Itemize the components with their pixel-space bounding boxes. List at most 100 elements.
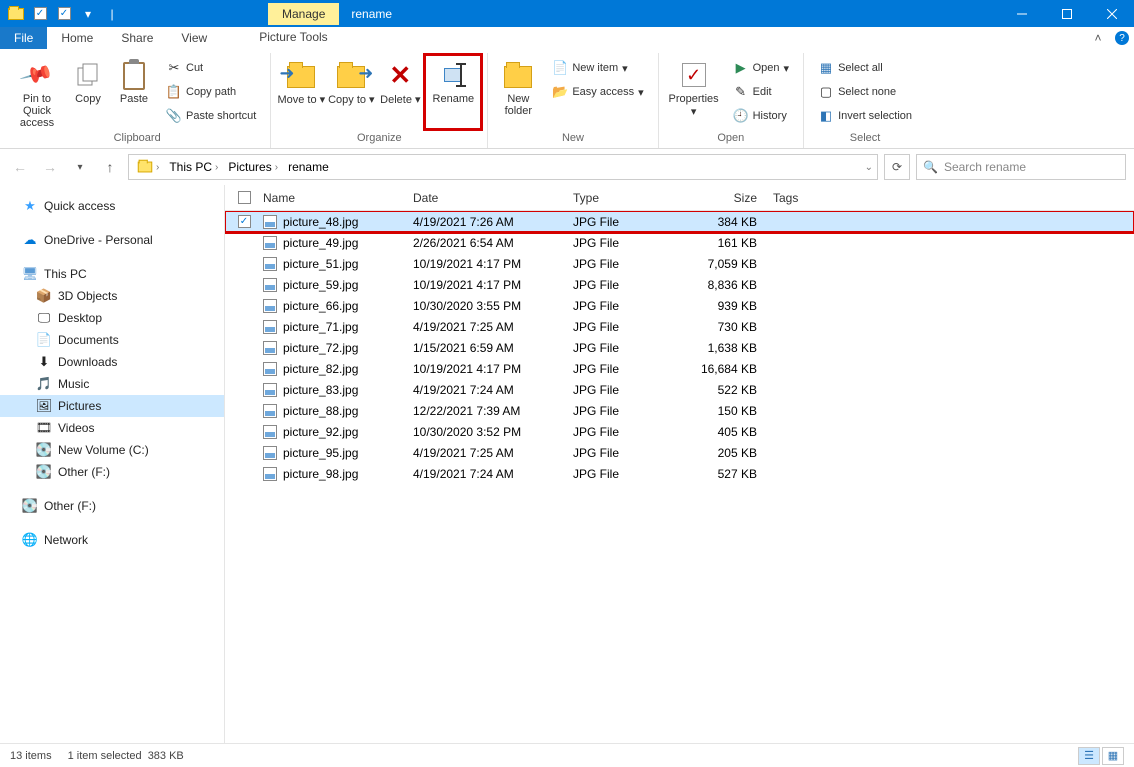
select-none-button[interactable]: ▢Select none <box>814 81 916 103</box>
file-row[interactable]: picture_59.jpg10/19/2021 4:17 PMJPG File… <box>225 274 1134 295</box>
rename-button[interactable]: Rename <box>425 55 481 129</box>
edit-button[interactable]: ✎Edit <box>729 81 793 103</box>
minimize-button[interactable] <box>999 0 1044 27</box>
recent-locations-button[interactable]: ▾ <box>68 155 92 179</box>
close-button[interactable] <box>1089 0 1134 27</box>
paste-shortcut-button[interactable]: 📎Paste shortcut <box>162 105 260 127</box>
file-name: picture_92.jpg <box>283 425 358 439</box>
file-type: JPG File <box>565 404 680 418</box>
paste-button[interactable]: Paste <box>112 55 156 129</box>
details-view-button[interactable]: ☰ <box>1078 747 1100 765</box>
file-date: 1/15/2021 6:59 AM <box>405 341 565 355</box>
file-row[interactable]: picture_72.jpg1/15/2021 6:59 AMJPG File1… <box>225 337 1134 358</box>
breadcrumb-folder-icon[interactable]: › <box>133 161 163 173</box>
back-button[interactable]: ← <box>8 155 32 179</box>
header-type[interactable]: Type <box>565 191 680 205</box>
nav-this-pc[interactable]: 🖥This PC <box>0 263 224 285</box>
tab-picture-tools[interactable]: Picture Tools <box>249 27 337 49</box>
nav-item-desktop[interactable]: 🖵Desktop <box>0 307 224 329</box>
address-dropdown-icon[interactable]: ⌄ <box>865 162 873 173</box>
breadcrumb-pictures[interactable]: Pictures› <box>224 160 282 174</box>
invert-selection-button[interactable]: ◧Invert selection <box>814 105 916 127</box>
contextual-tab-manage[interactable]: Manage <box>268 3 339 25</box>
file-list[interactable]: ✓picture_48.jpg4/19/2021 7:26 AMJPG File… <box>225 211 1134 743</box>
nav-item-documents[interactable]: 📄Documents <box>0 329 224 351</box>
file-type: JPG File <box>565 446 680 460</box>
tab-view[interactable]: View <box>167 27 221 49</box>
cloud-icon: ☁ <box>22 232 38 248</box>
nav-onedrive[interactable]: ☁OneDrive - Personal <box>0 229 224 251</box>
qa-check-1-icon[interactable]: ✓ <box>30 4 50 24</box>
header-name[interactable]: Name <box>255 191 405 205</box>
header-size[interactable]: Size <box>680 191 765 205</box>
nav-quick-access[interactable]: ★Quick access <box>0 195 224 217</box>
up-button[interactable]: ↑ <box>98 155 122 179</box>
file-row[interactable]: picture_88.jpg12/22/2021 7:39 AMJPG File… <box>225 400 1134 421</box>
file-type: JPG File <box>565 236 680 250</box>
breadcrumb-rename[interactable]: rename <box>284 160 333 174</box>
move-to-button[interactable]: ➜ Move to ▾ <box>277 55 325 129</box>
copy-path-button[interactable]: 📋Copy path <box>162 81 260 103</box>
collapse-ribbon-icon[interactable]: ˄ <box>1086 27 1110 49</box>
file-row[interactable]: picture_83.jpg4/19/2021 7:24 AMJPG File5… <box>225 379 1134 400</box>
nav-item-other-f-[interactable]: 💽Other (F:) <box>0 461 224 483</box>
tab-share[interactable]: Share <box>107 27 167 49</box>
nav-network[interactable]: 🌐Network <box>0 529 224 551</box>
nav-item-videos[interactable]: 🎞Videos <box>0 417 224 439</box>
qa-dropdown-icon[interactable]: ▾ <box>78 4 98 24</box>
file-date: 4/19/2021 7:24 AM <box>405 467 565 481</box>
properties-button[interactable]: ✓ Properties ▾ <box>665 55 723 129</box>
file-row[interactable]: picture_98.jpg4/19/2021 7:24 AMJPG File5… <box>225 463 1134 484</box>
file-row[interactable]: picture_66.jpg10/30/2020 3:55 PMJPG File… <box>225 295 1134 316</box>
forward-button[interactable]: → <box>38 155 62 179</box>
file-row[interactable]: picture_71.jpg4/19/2021 7:25 AMJPG File7… <box>225 316 1134 337</box>
file-row[interactable]: picture_95.jpg4/19/2021 7:25 AMJPG File2… <box>225 442 1134 463</box>
icons-view-button[interactable]: ▦ <box>1102 747 1124 765</box>
search-box[interactable]: 🔍 <box>916 154 1126 180</box>
file-row[interactable]: picture_51.jpg10/19/2021 4:17 PMJPG File… <box>225 253 1134 274</box>
file-name: picture_71.jpg <box>283 320 358 334</box>
tab-home[interactable]: Home <box>47 27 107 49</box>
new-item-button[interactable]: 📄New item ▾ <box>548 57 647 79</box>
jpg-file-icon <box>263 446 277 460</box>
breadcrumb-this-pc[interactable]: This PC› <box>165 160 222 174</box>
header-tags[interactable]: Tags <box>765 191 845 205</box>
status-selected: 1 item selected 383 KB <box>68 750 184 762</box>
pin-to-quick-access-button[interactable]: 📌 Pin to Quick access <box>10 55 64 129</box>
header-date[interactable]: Date <box>405 191 565 205</box>
help-icon[interactable]: ? <box>1110 27 1134 49</box>
tab-file[interactable]: File <box>0 27 47 49</box>
nav-item-music[interactable]: 🎵Music <box>0 373 224 395</box>
history-button[interactable]: 🕘History <box>729 105 793 127</box>
easy-access-button[interactable]: 📂Easy access ▾ <box>548 81 647 103</box>
nav-item-downloads[interactable]: ⬇Downloads <box>0 351 224 373</box>
file-row[interactable]: ✓picture_48.jpg4/19/2021 7:26 AMJPG File… <box>225 211 1134 232</box>
file-row[interactable]: picture_82.jpg10/19/2021 4:17 PMJPG File… <box>225 358 1134 379</box>
nav-item-3d-objects[interactable]: 📦3D Objects <box>0 285 224 307</box>
address-bar[interactable]: › This PC› Pictures› rename ⌄ <box>128 154 878 180</box>
select-all-button[interactable]: ▦Select all <box>814 57 916 79</box>
nav-item-icon: 🖼 <box>36 398 52 414</box>
qa-folder-icon[interactable] <box>6 4 26 24</box>
nav-other-f[interactable]: 💽Other (F:) <box>0 495 224 517</box>
cut-button[interactable]: ✂Cut <box>162 57 260 79</box>
new-folder-button[interactable]: New folder <box>494 55 542 129</box>
row-checkbox[interactable]: ✓ <box>238 215 251 228</box>
maximize-button[interactable] <box>1044 0 1089 27</box>
delete-button[interactable]: ✕ Delete ▾ <box>377 55 423 129</box>
qa-check-2-icon[interactable]: ✓ <box>54 4 74 24</box>
open-button[interactable]: ▶Open ▾ <box>729 57 793 79</box>
search-input[interactable] <box>944 160 1119 174</box>
ribbon-tabs: File Home Share View Picture Tools ˄ ? <box>0 27 1134 49</box>
file-name: picture_82.jpg <box>283 362 358 376</box>
nav-item-new-volume-c-[interactable]: 💽New Volume (C:) <box>0 439 224 461</box>
new-item-label: New item <box>572 62 618 74</box>
copy-to-button[interactable]: ➜ Copy to ▾ <box>327 55 375 129</box>
nav-item-pictures[interactable]: 🖼Pictures <box>0 395 224 417</box>
file-row[interactable]: picture_49.jpg2/26/2021 6:54 AMJPG File1… <box>225 232 1134 253</box>
header-checkbox[interactable] <box>233 191 255 204</box>
refresh-button[interactable]: ⟳ <box>884 154 910 180</box>
properties-icon: ✓ <box>678 59 710 91</box>
copy-button[interactable]: Copy <box>66 55 110 129</box>
file-row[interactable]: picture_92.jpg10/30/2020 3:52 PMJPG File… <box>225 421 1134 442</box>
